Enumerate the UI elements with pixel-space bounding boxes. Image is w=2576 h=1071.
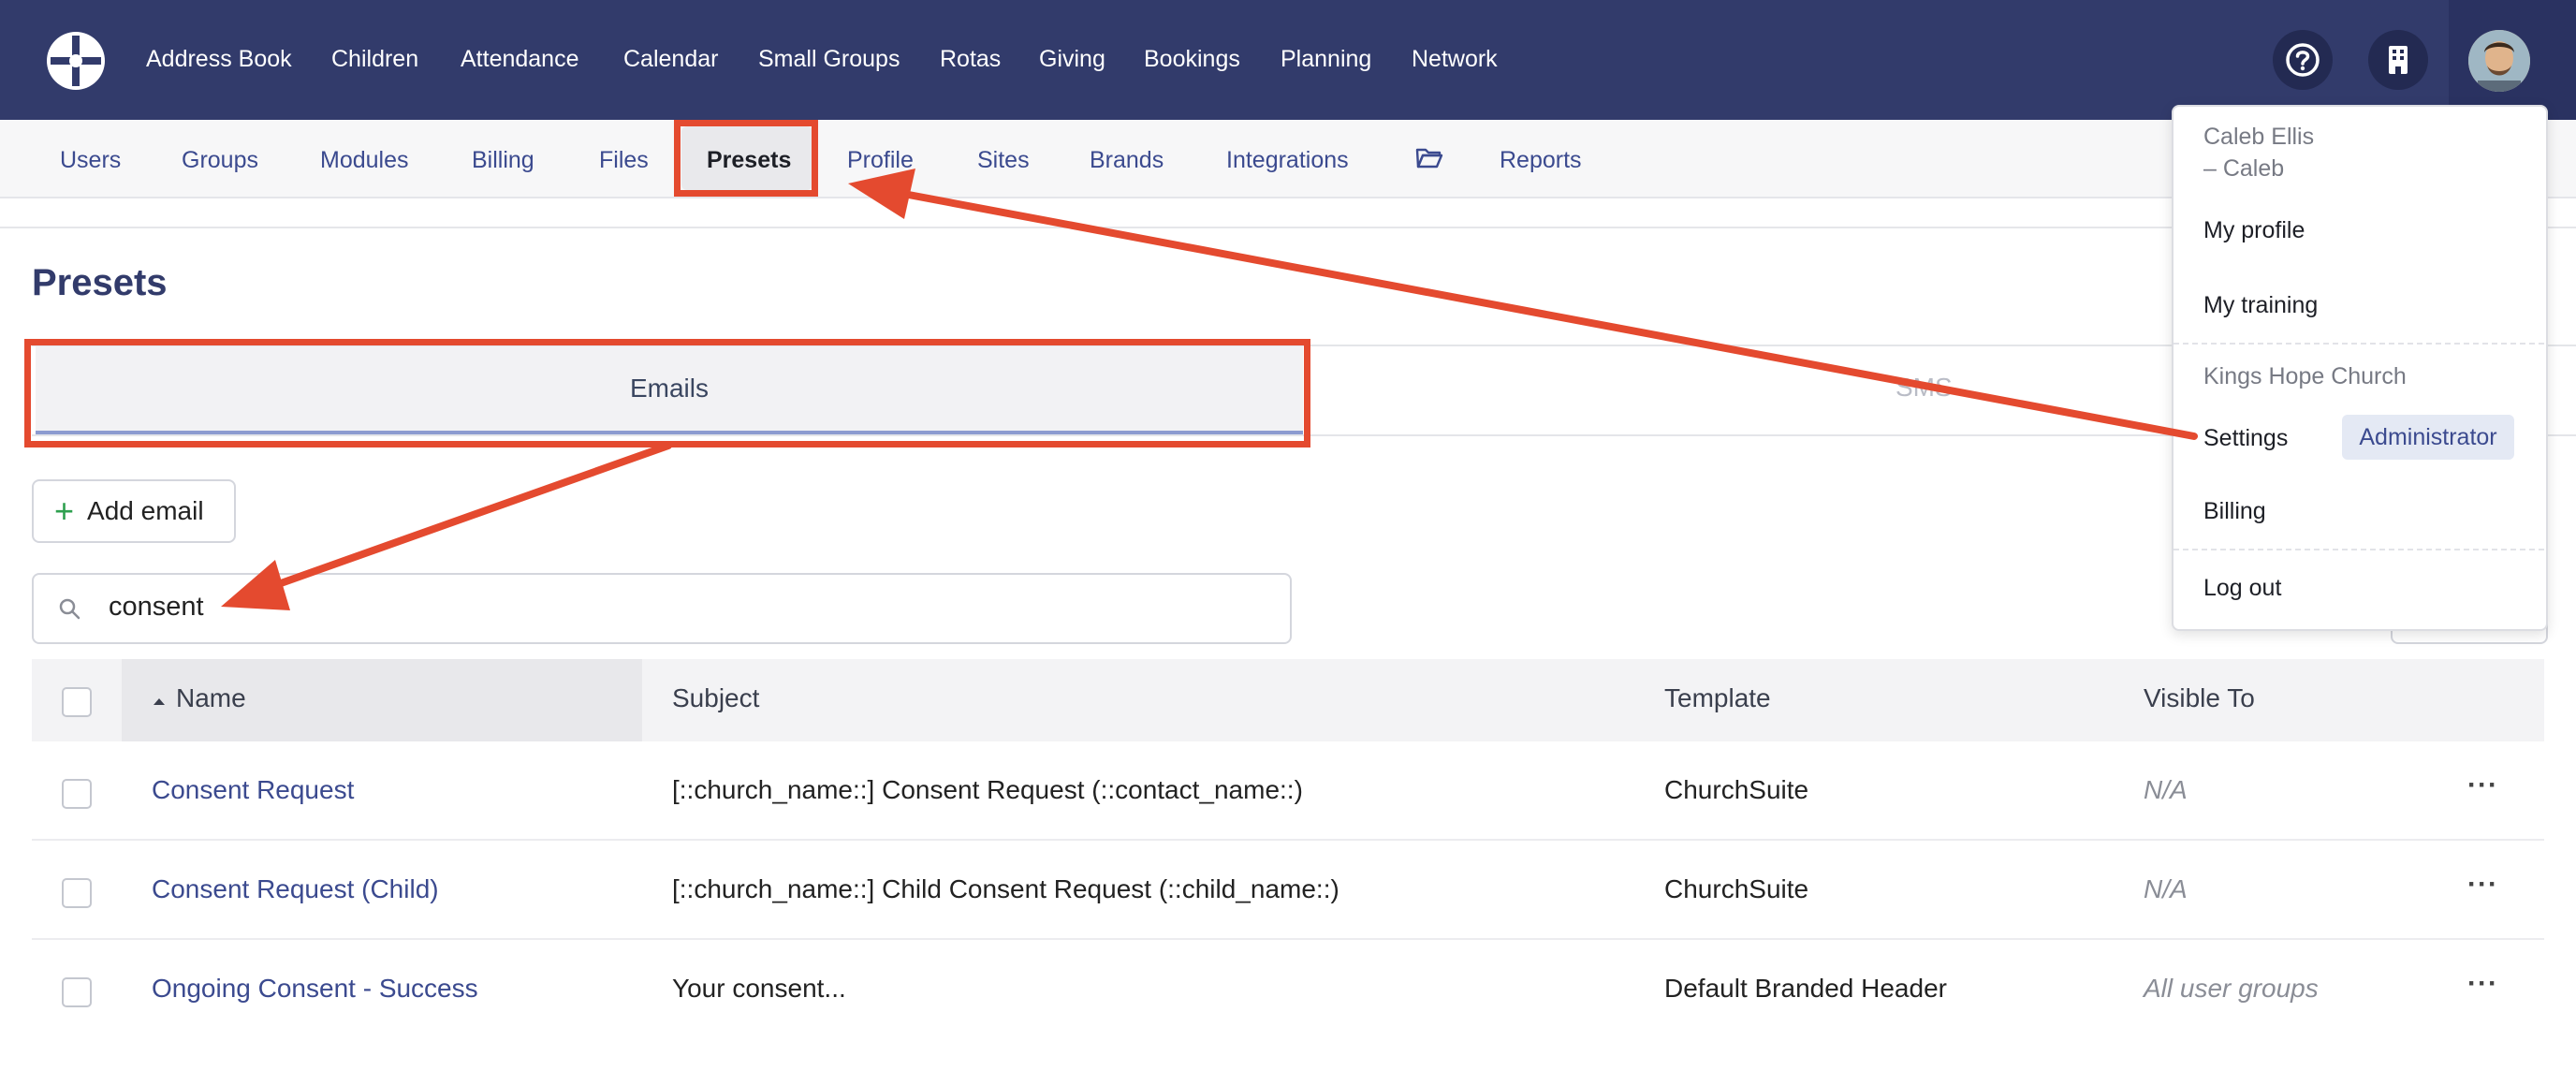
row-checkbox[interactable] <box>62 878 92 908</box>
menu-my-profile[interactable]: My profile <box>2203 217 2305 244</box>
header-subject[interactable]: Subject <box>672 683 759 713</box>
row-visible-to: N/A <box>2144 874 2188 903</box>
subnav-brands[interactable]: Brands <box>1090 144 1164 176</box>
churchsuite-logo-icon[interactable] <box>45 30 107 92</box>
user-avatar[interactable] <box>2468 30 2530 92</box>
menu-settings[interactable]: Settings <box>2203 425 2288 452</box>
add-email-button[interactable]: + Add email <box>32 479 236 543</box>
menu-divider <box>2174 549 2544 550</box>
annotation-box-presets <box>674 120 818 197</box>
row-divider <box>32 938 2544 940</box>
nav-calendar[interactable]: Calendar <box>623 43 718 75</box>
subnav-profile[interactable]: Profile <box>847 144 914 176</box>
dropdown-user-sub: – Caleb <box>2203 155 2285 182</box>
subnav-files[interactable]: Files <box>599 144 649 176</box>
nav-network[interactable]: Network <box>1412 43 1498 75</box>
help-button[interactable] <box>2273 30 2333 90</box>
dropdown-org-name: Kings Hope Church <box>2203 363 2407 389</box>
building-icon <box>2389 46 2408 74</box>
nav-address-book[interactable]: Address Book <box>146 43 292 75</box>
row-checkbox[interactable] <box>62 779 92 809</box>
tab-sms[interactable]: SMS <box>1895 373 1953 403</box>
page-title: Presets <box>32 262 168 303</box>
row-checkbox[interactable] <box>62 977 92 1007</box>
question-circle-icon <box>2286 43 2320 77</box>
header-template[interactable]: Template <box>1664 683 1771 713</box>
row-visible-to: N/A <box>2144 775 2188 804</box>
row-template: ChurchSuite <box>1664 775 1809 804</box>
row-actions-button[interactable]: ··· <box>2467 770 2498 801</box>
menu-log-out[interactable]: Log out <box>2203 575 2281 602</box>
subnav-groups[interactable]: Groups <box>182 144 258 176</box>
nav-children[interactable]: Children <box>331 43 418 75</box>
nav-attendance[interactable]: Attendance <box>461 43 579 75</box>
row-name-link[interactable]: Consent Request (Child) <box>152 874 439 904</box>
menu-divider <box>2174 343 2544 345</box>
header-visible-to[interactable]: Visible To <box>2144 683 2255 713</box>
dropdown-user-name: Caleb Ellis <box>2203 124 2315 150</box>
search-icon <box>59 598 80 620</box>
row-name-link[interactable]: Ongoing Consent - Success <box>152 974 478 1004</box>
subnav-users[interactable]: Users <box>60 144 121 176</box>
folder-open-icon <box>1415 146 1443 175</box>
add-email-label: Add email <box>87 496 204 525</box>
row-divider <box>32 839 2544 841</box>
annotation-box-emails-tab <box>24 339 1310 447</box>
plus-icon: + <box>54 491 75 530</box>
nav-giving[interactable]: Giving <box>1039 43 1105 75</box>
organisation-button[interactable] <box>2368 30 2428 90</box>
search-value: consent <box>109 592 204 622</box>
nav-small-groups[interactable]: Small Groups <box>758 43 900 75</box>
header-name[interactable]: Name <box>176 683 246 713</box>
sort-asc-icon <box>152 695 167 712</box>
row-visible-to: All user groups <box>2144 974 2319 1003</box>
row-actions-button[interactable]: ··· <box>2467 968 2498 1000</box>
row-template: ChurchSuite <box>1664 874 1809 903</box>
select-all-checkbox[interactable] <box>62 687 92 717</box>
menu-billing[interactable]: Billing <box>2203 498 2266 525</box>
subnav-integrations[interactable]: Integrations <box>1226 144 1349 176</box>
menu-my-training[interactable]: My training <box>2203 292 2318 319</box>
row-name-link[interactable]: Consent Request <box>152 775 354 805</box>
subnav-billing[interactable]: Billing <box>472 144 534 176</box>
row-template: Default Branded Header <box>1664 974 1947 1003</box>
search-input[interactable]: consent <box>32 573 1292 644</box>
subnav-reports[interactable]: Reports <box>1500 144 1582 176</box>
subnav-modules[interactable]: Modules <box>320 144 409 176</box>
nav-rotas[interactable]: Rotas <box>940 43 1001 75</box>
role-badge: Administrator <box>2342 415 2514 460</box>
row-subject: Your consent... <box>672 974 846 1003</box>
nav-bookings[interactable]: Bookings <box>1144 43 1240 75</box>
subnav-sites[interactable]: Sites <box>977 144 1030 176</box>
nav-planning[interactable]: Planning <box>1281 43 1371 75</box>
row-subject: [::church_name::] Child Consent Request … <box>672 874 1339 903</box>
row-actions-button[interactable]: ··· <box>2467 869 2498 901</box>
row-subject: [::church_name::] Consent Request (::con… <box>672 775 1303 804</box>
